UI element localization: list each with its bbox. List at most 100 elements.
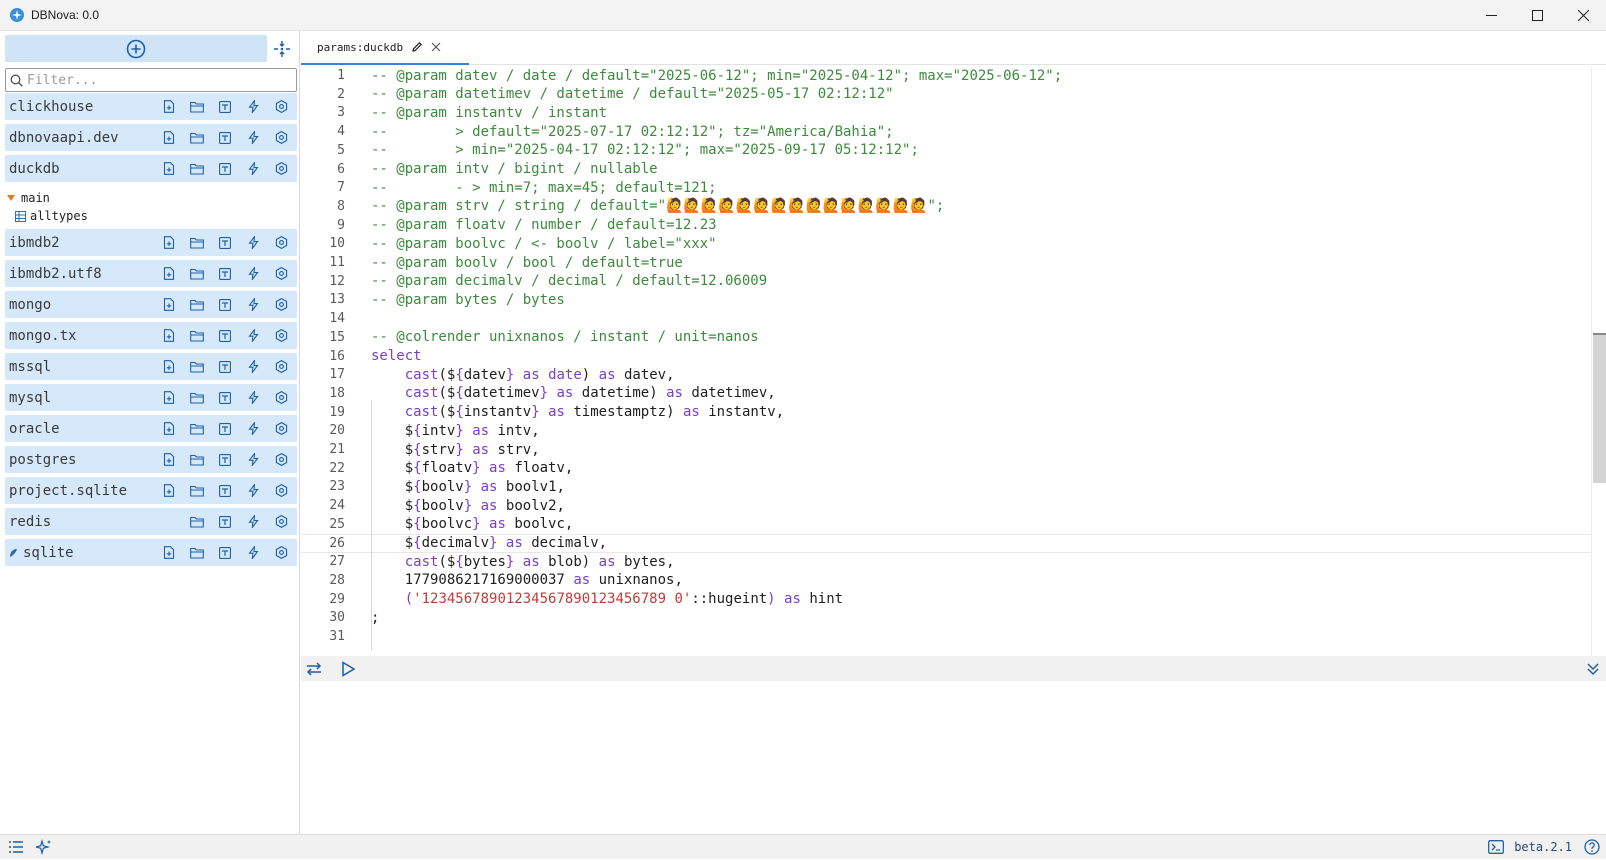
lightning-button[interactable] [239,93,267,120]
table-edit-button[interactable] [211,155,239,182]
new-query-button[interactable] [155,322,183,349]
minimize-button[interactable] [1468,0,1514,31]
settings-button[interactable] [267,477,295,504]
settings-button[interactable] [267,124,295,151]
open-folder-button[interactable] [183,291,211,318]
table-edit-button[interactable] [211,260,239,287]
settings-button[interactable] [267,446,295,473]
table-edit-button[interactable] [211,353,239,380]
terminal-button[interactable] [1482,835,1510,860]
add-connection-button[interactable] [5,35,267,62]
open-folder-button[interactable] [183,508,211,535]
swap-button[interactable] [301,656,327,681]
lightning-button[interactable] [239,539,267,566]
lightning-button[interactable] [239,260,267,287]
settings-button[interactable] [267,384,295,411]
table-edit-button[interactable] [211,229,239,256]
tab-edit-button[interactable] [411,41,423,53]
tree-node-alltypes[interactable]: alltypes [15,209,88,223]
open-folder-button[interactable] [183,446,211,473]
table-edit-button[interactable] [211,322,239,349]
lightning-button[interactable] [239,508,267,535]
settings-button[interactable] [267,229,295,256]
lightning-button[interactable] [239,229,267,256]
settings-button[interactable] [267,539,295,566]
connection-row[interactable]: sqlite [5,539,297,566]
lightning-button[interactable] [239,477,267,504]
table-edit-button[interactable] [211,539,239,566]
connection-row[interactable]: project.sqlite [5,477,297,504]
run-button[interactable] [335,656,361,681]
list-view-button[interactable] [2,835,30,860]
lightning-button[interactable] [239,353,267,380]
collapse-all-button[interactable] [270,37,294,61]
new-query-button[interactable] [155,446,183,473]
table-edit-button[interactable] [211,291,239,318]
tree-node-main[interactable]: main [5,191,50,205]
lightning-button[interactable] [239,291,267,318]
connection-row[interactable]: mssql [5,353,297,380]
table-edit-button[interactable] [211,508,239,535]
open-folder-button[interactable] [183,477,211,504]
new-query-button[interactable] [155,353,183,380]
code-editor[interactable]: 1 -- @param datev / date / default="2025-… [301,66,1606,688]
new-query-button[interactable] [155,539,183,566]
settings-button[interactable] [267,415,295,442]
new-query-button[interactable] [155,384,183,411]
table-edit-button[interactable] [211,477,239,504]
lightning-button[interactable] [239,446,267,473]
expand-results-button[interactable] [1580,656,1606,681]
open-folder-button[interactable] [183,93,211,120]
open-folder-button[interactable] [183,260,211,287]
filter-input[interactable] [27,72,287,88]
connection-row[interactable]: ibmdb2 [5,229,297,256]
open-folder-button[interactable] [183,539,211,566]
lightning-button[interactable] [239,155,267,182]
table-edit-button[interactable] [211,384,239,411]
tab-params-duckdb[interactable]: params:duckdb [301,31,469,65]
connection-row[interactable]: clickhouse [5,93,297,120]
help-button[interactable] [1578,835,1606,860]
new-query-button[interactable] [155,260,183,287]
settings-button[interactable] [267,93,295,120]
settings-button[interactable] [267,353,295,380]
connection-row[interactable]: oracle [5,415,297,442]
connection-row[interactable]: mongo [5,291,297,318]
settings-button[interactable] [267,291,295,318]
ai-assist-button[interactable] [30,835,58,860]
close-window-button[interactable] [1560,0,1606,31]
open-folder-button[interactable] [183,155,211,182]
lightning-button[interactable] [239,415,267,442]
table-edit-button[interactable] [211,415,239,442]
open-folder-button[interactable] [183,353,211,380]
lightning-button[interactable] [239,124,267,151]
settings-button[interactable] [267,322,295,349]
tab-close-button[interactable] [431,42,441,52]
new-query-button[interactable] [155,124,183,151]
open-folder-button[interactable] [183,322,211,349]
table-edit-button[interactable] [211,93,239,120]
table-edit-button[interactable] [211,446,239,473]
table-edit-button[interactable] [211,124,239,151]
new-query-button[interactable] [155,477,183,504]
open-folder-button[interactable] [183,384,211,411]
new-query-button[interactable] [155,229,183,256]
settings-button[interactable] [267,508,295,535]
lightning-button[interactable] [239,322,267,349]
new-query-button[interactable] [155,93,183,120]
maximize-button[interactable] [1514,0,1560,31]
connection-row[interactable]: redis [5,508,297,535]
settings-button[interactable] [267,155,295,182]
lightning-button[interactable] [239,384,267,411]
scrollbar-thumb[interactable] [1593,333,1606,483]
connection-row[interactable]: ibmdb2.utf8 [5,260,297,287]
connection-row[interactable]: postgres [5,446,297,473]
open-folder-button[interactable] [183,415,211,442]
connection-row[interactable]: mongo.tx [5,322,297,349]
connection-row[interactable]: mysql [5,384,297,411]
open-folder-button[interactable] [183,124,211,151]
connection-row[interactable]: duckdb [5,155,297,182]
new-query-button[interactable] [155,415,183,442]
open-folder-button[interactable] [183,229,211,256]
new-query-button[interactable] [155,155,183,182]
